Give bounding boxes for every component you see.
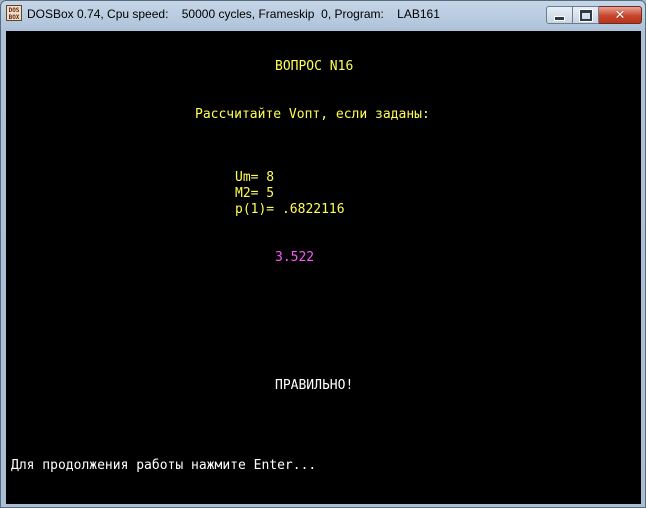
verdict-text: ПРАВИЛЬНО! (275, 378, 354, 393)
window-title: DOSBox 0.74, Cpu speed: 50000 cycles, Fr… (27, 7, 440, 21)
entered-answer: 3.522 (275, 250, 315, 265)
minimize-button[interactable] (546, 6, 573, 24)
dos-screen[interactable]: ВОПРОС N16 Рассчитайте Vопт, если заданы… (6, 31, 641, 504)
icon-label-bottom: BOX (8, 14, 20, 21)
continue-hint: Для продолжения работы нажмите Enter... (11, 458, 317, 473)
title-bar[interactable]: DOS BOX DOSBox 0.74, Cpu speed: 50000 cy… (1, 1, 645, 31)
question-title: ВОПРОС N16 (275, 59, 354, 74)
maximize-button[interactable] (573, 6, 599, 24)
close-icon: ✕ (614, 7, 626, 23)
param-um: Um= 8 (235, 170, 275, 185)
param-p1: p(1)= .6822116 (235, 202, 345, 217)
question-prompt: Рассчитайте Vопт, если заданы: (195, 107, 430, 122)
icon-label-top: DOS (8, 7, 20, 14)
dosbox-window: DOS BOX DOSBox 0.74, Cpu speed: 50000 cy… (0, 0, 646, 508)
maximize-icon (578, 8, 593, 22)
minimize-icon (554, 15, 565, 21)
param-m2: M2= 5 (235, 186, 275, 201)
close-button[interactable]: ✕ (599, 6, 642, 24)
dosbox-app-icon[interactable]: DOS BOX (6, 5, 22, 21)
